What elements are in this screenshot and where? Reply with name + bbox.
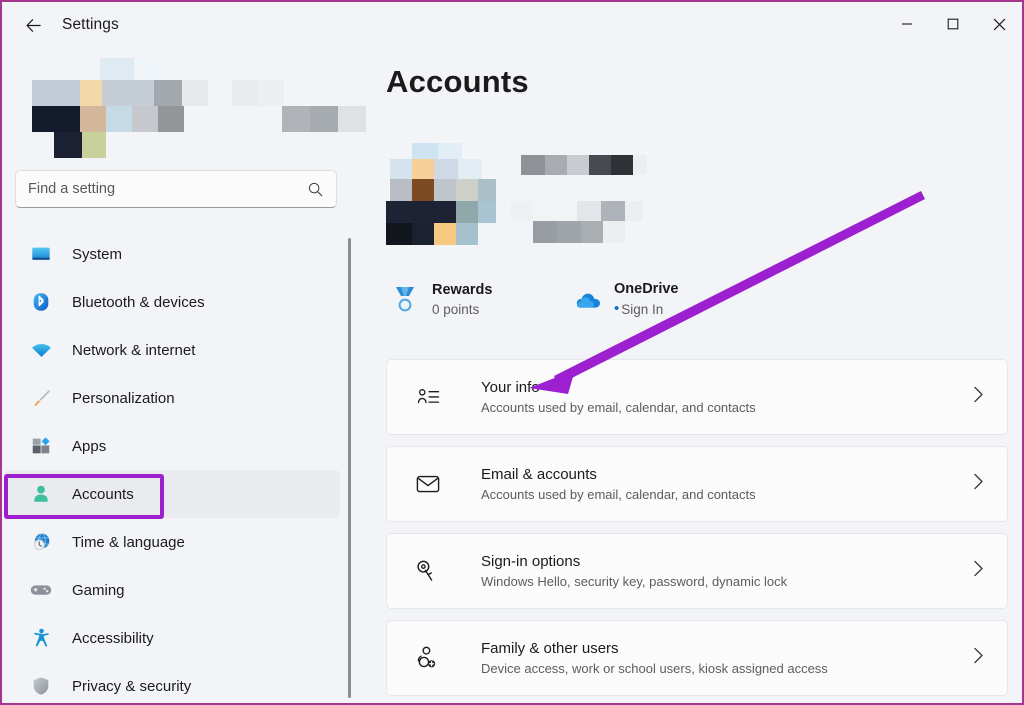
card-subtitle: Accounts used by email, calendar, and co… (481, 486, 756, 502)
rewards-title: Rewards (432, 281, 493, 298)
card-title: Sign-in options (481, 552, 581, 570)
chevron-right-icon[interactable] (972, 646, 985, 671)
add-user-icon (411, 641, 445, 675)
card-title: Family & other users (481, 639, 619, 657)
card-sign-in-options[interactable]: Sign-in options Windows Hello, security … (386, 533, 1008, 609)
card-subtitle: Device access, work or school users, kio… (481, 660, 828, 676)
card-your-info[interactable]: Your info Accounts used by email, calend… (386, 359, 1008, 435)
sidebar-item-accessibility[interactable]: Accessibility (4, 614, 340, 662)
sidebar-item-time-language[interactable]: Time & language (4, 518, 340, 566)
sidebar-item-label: System (72, 245, 123, 263)
envelope-icon (411, 467, 445, 501)
close-button[interactable] (976, 2, 1022, 46)
close-icon (993, 18, 1005, 30)
search-input[interactable] (28, 181, 307, 197)
sidebar-item-system[interactable]: System (4, 230, 340, 278)
card-title: Your info (481, 378, 540, 396)
sidebar-item-label: Accounts (72, 485, 134, 503)
back-button[interactable] (12, 9, 54, 41)
minimize-icon (902, 23, 912, 25)
paintbrush-icon (28, 385, 54, 411)
sidebar-item-bluetooth-devices[interactable]: Bluetooth & devices (4, 278, 340, 326)
sidebar-nav: System Bluetooth & devices Network & int… (2, 230, 354, 703)
status-dot-icon: • (614, 300, 620, 317)
app-title: Settings (62, 16, 119, 33)
onedrive-title: OneDrive (614, 281, 679, 297)
sidebar-item-apps[interactable]: Apps (4, 422, 340, 470)
sidebar-item-label: Accessibility (72, 629, 154, 647)
chevron-right-icon[interactable] (972, 385, 985, 410)
title-bar: Settings (2, 2, 1022, 48)
settings-card-list: Your info Accounts used by email, calend… (386, 359, 1008, 703)
search-icon[interactable] (307, 181, 324, 198)
sidebar-item-label: Network & internet (72, 341, 196, 359)
maximize-button[interactable] (930, 2, 976, 46)
gamepad-icon (28, 577, 54, 603)
rewards-tile[interactable]: Rewards 0 points (388, 276, 578, 324)
onedrive-cloud-icon (570, 282, 604, 318)
monitor-icon (28, 241, 54, 267)
card-title: Email & accounts (481, 465, 597, 483)
card-subtitle: Accounts used by email, calendar, and co… (481, 399, 756, 415)
sidebar-item-label: Bluetooth & devices (72, 293, 205, 311)
card-subtitle: Windows Hello, security key, password, d… (481, 573, 788, 589)
censored-account-banner (10, 58, 366, 158)
apps-icon (28, 433, 54, 459)
accessibility-icon (28, 625, 54, 651)
back-arrow-icon (25, 18, 41, 32)
sidebar-item-label: Time & language (72, 533, 185, 551)
bluetooth-icon (28, 289, 54, 315)
sidebar-item-network-internet[interactable]: Network & internet (4, 326, 340, 374)
window-controls (884, 2, 1022, 46)
chevron-right-icon[interactable] (972, 559, 985, 584)
settings-window: Settings Find a setting System Bluetooth… (0, 0, 1024, 705)
sidebar-item-privacy-security[interactable]: Privacy & security (4, 662, 340, 703)
sidebar: System Bluetooth & devices (2, 48, 366, 703)
clock-globe-icon (28, 529, 54, 555)
account-services-row: Rewards 0 points OneDrive • Sign In (388, 276, 988, 324)
sidebar-item-label: Apps (72, 437, 107, 455)
wifi-icon (28, 337, 54, 363)
censored-profile-name (521, 155, 681, 179)
maximize-icon (947, 18, 959, 30)
sidebar-item-personalization[interactable]: Personalization (4, 374, 340, 422)
sidebar-scrollbar-thumb[interactable] (348, 238, 351, 698)
your-info-icon (411, 380, 445, 414)
sidebar-item-label: Privacy & security (72, 677, 192, 695)
onedrive-tile[interactable]: OneDrive • Sign In (570, 276, 678, 324)
person-icon (28, 481, 54, 507)
onedrive-subtitle: Sign In (621, 302, 664, 317)
censored-profile-email (511, 201, 691, 245)
avatar (386, 143, 496, 248)
page-title: Accounts (386, 64, 529, 99)
chevron-right-icon[interactable] (972, 472, 985, 497)
card-email-accounts[interactable]: Email & accounts Accounts used by email,… (386, 446, 1008, 522)
sidebar-item-gaming[interactable]: Gaming (4, 566, 340, 614)
sidebar-scrollbar[interactable] (348, 238, 352, 698)
sidebar-item-accounts[interactable]: Accounts (4, 470, 340, 518)
rewards-subtitle: 0 points (432, 301, 480, 317)
shield-icon (28, 673, 54, 699)
key-icon (411, 554, 445, 588)
search-box[interactable] (15, 170, 337, 208)
minimize-button[interactable] (884, 2, 930, 46)
card-family-other-users[interactable]: Family & other users Device access, work… (386, 620, 1008, 696)
rewards-medal-icon (388, 282, 422, 318)
sidebar-item-label: Gaming (72, 581, 125, 599)
account-profile[interactable] (386, 143, 986, 263)
sidebar-item-label: Personalization (72, 389, 175, 407)
